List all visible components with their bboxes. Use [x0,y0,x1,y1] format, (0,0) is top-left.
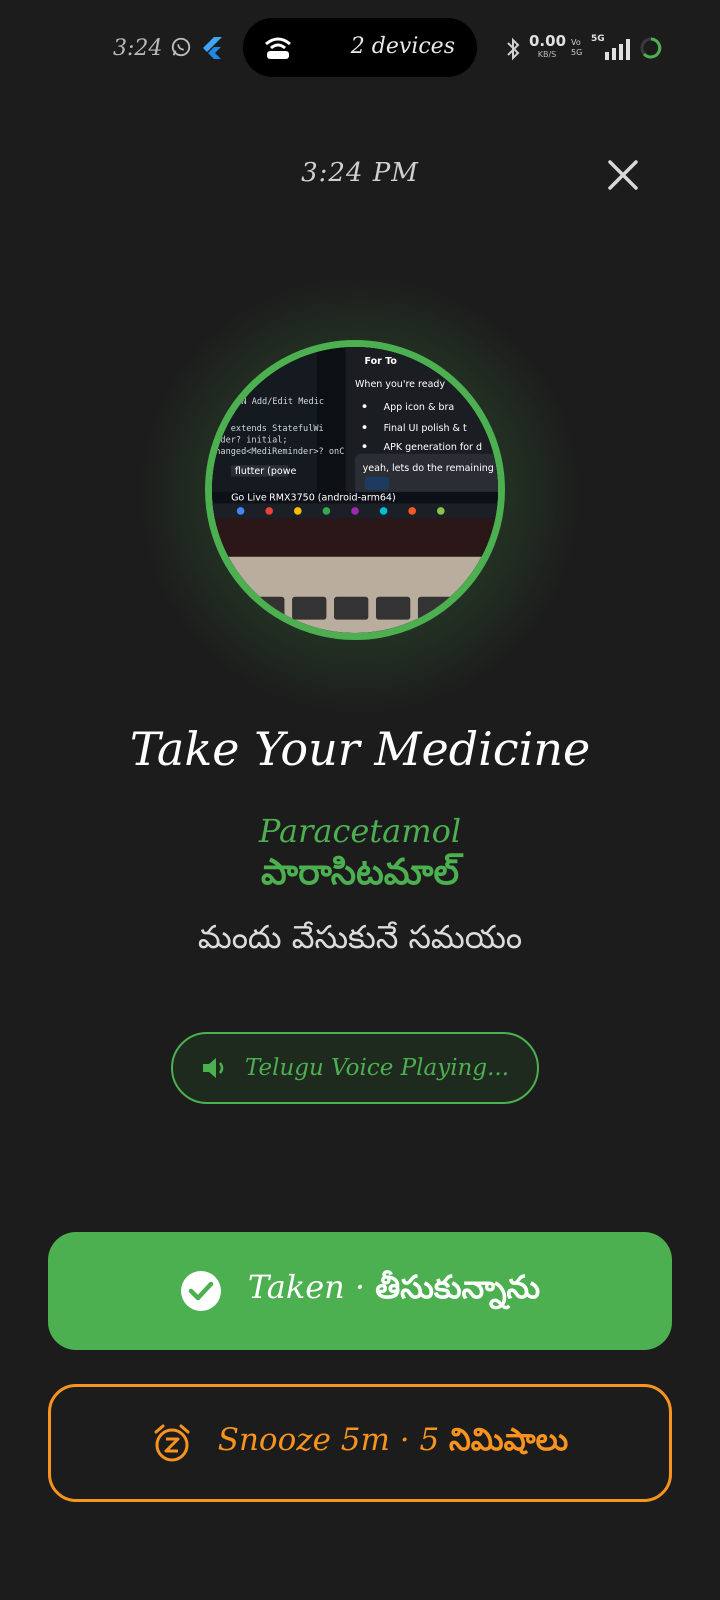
photo-panel-line-2: App icon & bra [384,402,455,413]
snooze-alarm-icon [154,1424,190,1462]
photo-panel-line-1: When you're ready [355,379,445,390]
taken-label-te: తీసుకున్నాను [375,1268,541,1306]
medicine-photo-image: ERN Add/Edit Medic age extends StatefulW… [212,347,498,633]
battery-icon [640,37,662,59]
photo-panel-line-3: Final UI polish & t [384,423,467,434]
connected-devices-label: 2 devices [350,34,455,59]
network-speed-unit: KB/S [537,50,557,59]
photo-code-line-1: ERN Add/Edit Medic [231,397,324,407]
flutter-icon [203,37,222,59]
medicine-photo: ERN Add/Edit Medic age extends StatefulW… [205,340,505,640]
photo-status-go-live: Go Live [231,492,267,503]
check-circle-icon [180,1271,221,1311]
photo-status-device: RMX3750 (android-arm64) [269,492,396,503]
close-icon[interactable] [604,156,642,194]
photo-panel-title: For To [365,356,398,367]
hotspot-icon [265,37,291,59]
snooze-label-te: నిమిషాలు [449,1421,569,1458]
voice-status-pill: Telugu Voice Playing... [171,1032,539,1104]
photo-code-line-3: inder? initial; [212,435,288,445]
status-icons: 0.00 KB/S Vo 5G 5G [505,30,705,70]
network-speed: 0.00 KB/S [529,34,566,62]
medicine-name-te: పారాసిటమాల్ [261,852,459,893]
bluetooth-icon [507,37,520,61]
photo-code-line-4: Changed<MediReminder>? onC [212,447,344,457]
medicine-name-en: Paracetamol [258,812,462,850]
taken-button[interactable]: Taken · తీసుకున్నాను [48,1232,672,1350]
taken-button-label: Taken · తీసుకున్నాను [248,1268,540,1314]
snooze-button[interactable]: Snooze 5m · 5 నిమిషాలు [48,1384,672,1502]
photo-chat-text: yeah, lets do the remaining [363,463,494,474]
taken-label-en: Taken · [247,1268,376,1306]
snooze-label-en: Snooze 5m · 5 [217,1421,450,1458]
whatsapp-icon [171,37,191,57]
photo-terminal-tab: flutter (powe [235,466,297,477]
connected-devices-pill[interactable]: 2 devices [243,18,477,77]
volte-indicator: Vo 5G [571,38,583,57]
speaker-icon [202,1058,224,1078]
photo-code-line-2: age extends StatefulWi [212,424,324,434]
photo-panel-line-4: APK generation for d [384,442,482,453]
page-title: Take Your Medicine [129,722,591,776]
subtitle-te: మందు వేసుకునే సమయం [197,918,523,956]
status-time: 3:24 [113,36,163,61]
snooze-button-label: Snooze 5m · 5 నిమిషాలు [218,1422,569,1465]
signal-icon [605,39,630,60]
voice-status-text: Telugu Voice Playing... [244,1055,510,1081]
status-bar: 3:24 2 devices 0.00 KB/S Vo 5G 5G [0,0,720,96]
